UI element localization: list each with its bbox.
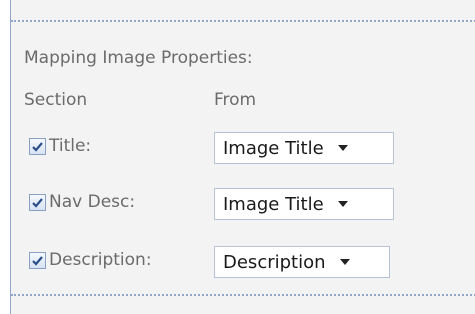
description-source-select[interactable]: Description [214, 246, 390, 278]
mapping-row-title: Title: Image Title [11, 130, 475, 166]
nav-desc-label: Nav Desc: [49, 192, 136, 212]
chevron-down-icon [337, 145, 348, 151]
title-checkbox-group[interactable]: Title: [29, 136, 91, 156]
bottom-dotted-divider [11, 294, 475, 296]
checkmark-icon [32, 255, 43, 266]
description-checkbox-group[interactable]: Description: [29, 250, 152, 270]
mapping-heading: Mapping Image Properties: [24, 48, 253, 68]
mapping-panel: Mapping Image Properties: Section From T… [10, 0, 475, 314]
chevron-down-icon [337, 201, 348, 207]
nav-desc-checkbox[interactable] [29, 193, 46, 211]
nav-desc-source-value: Image Title [223, 193, 324, 215]
section-column-header: Section [24, 90, 88, 110]
title-source-value: Image Title [223, 137, 324, 159]
from-column-header: From [214, 90, 257, 110]
checkmark-icon [32, 141, 43, 152]
title-source-select[interactable]: Image Title [214, 132, 394, 164]
title-label: Title: [49, 136, 92, 156]
top-dotted-divider [11, 20, 475, 22]
mapping-row-nav-desc: Nav Desc: Image Title [11, 186, 475, 222]
description-label: Description: [49, 250, 152, 270]
nav-desc-checkbox-group[interactable]: Nav Desc: [29, 192, 135, 212]
description-checkbox[interactable] [29, 251, 46, 269]
description-source-value: Description [223, 251, 326, 273]
nav-desc-source-select[interactable]: Image Title [214, 188, 394, 220]
checkmark-icon [32, 197, 43, 208]
mapping-row-description: Description: Description [11, 244, 475, 280]
chevron-down-icon [339, 259, 350, 265]
title-checkbox[interactable] [29, 137, 46, 155]
